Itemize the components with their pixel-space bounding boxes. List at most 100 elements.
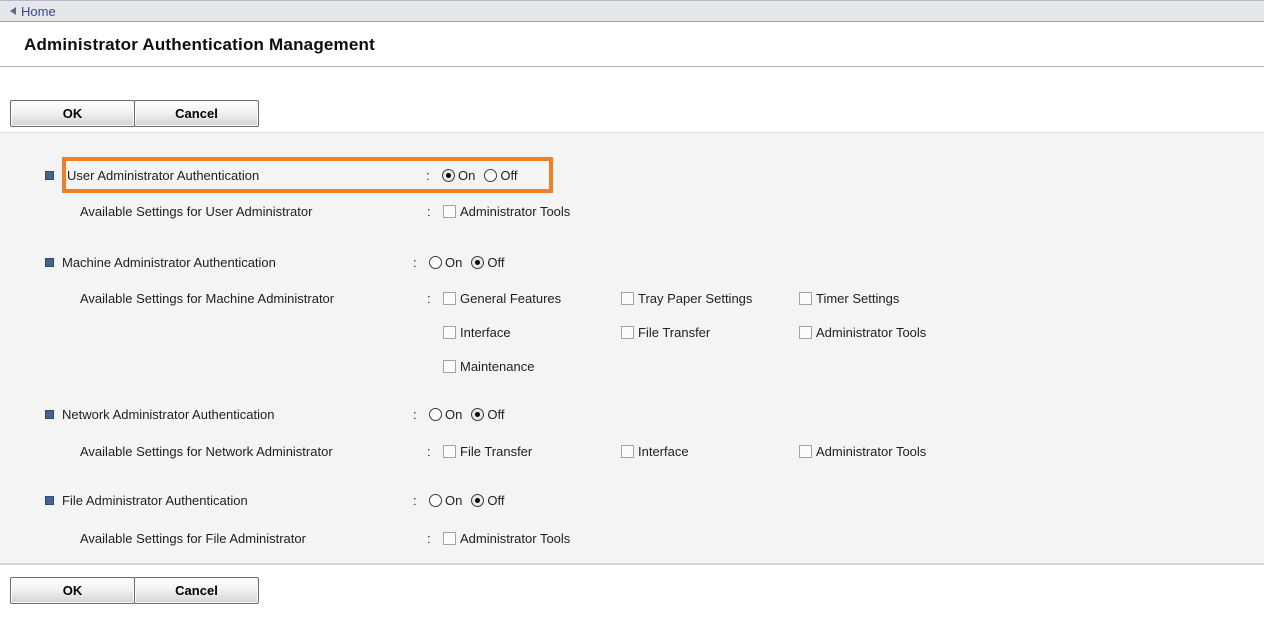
- checkbox-user-admin-tools[interactable]: [443, 205, 456, 218]
- file-admin-auth-radio-group: On Off: [429, 493, 513, 508]
- radio-machine-admin-on[interactable]: [429, 256, 442, 269]
- check-item: Interface: [443, 325, 621, 340]
- machine-admin-auth-radio-group: On Off: [429, 255, 513, 270]
- radio-network-admin-off[interactable]: [471, 408, 484, 421]
- section-user-admin-auth: User Administrator Authentication : On O…: [0, 157, 1264, 193]
- user-admin-auth-radio-group: On Off: [442, 168, 526, 183]
- ok-button-top[interactable]: OK: [10, 100, 135, 127]
- available-machine-admin-row-3: Maintenance: [0, 356, 1264, 376]
- radio-file-admin-off[interactable]: [471, 494, 484, 507]
- back-arrow-icon: [10, 7, 16, 15]
- radio-label-on: On: [445, 255, 462, 270]
- page-title: Administrator Authentication Management: [24, 35, 375, 54]
- checkbox-interface[interactable]: [443, 326, 456, 339]
- checkbox-file-transfer[interactable]: [621, 326, 634, 339]
- check-item: Administrator Tools: [443, 531, 570, 546]
- checkbox-label: Administrator Tools: [816, 325, 926, 340]
- colon: :: [413, 255, 429, 270]
- section-file-admin-auth: File Administrator Authentication : On O…: [0, 490, 1264, 510]
- available-label: Available Settings for Network Administr…: [80, 444, 427, 459]
- radio-label-off: Off: [487, 493, 504, 508]
- top-button-row: OK Cancel: [0, 100, 1264, 127]
- available-machine-admin-row: Available Settings for Machine Administr…: [0, 288, 1264, 308]
- checkbox-net-file-transfer[interactable]: [443, 445, 456, 458]
- checkbox-label: Administrator Tools: [816, 444, 926, 459]
- ok-button-bottom[interactable]: OK: [10, 577, 135, 604]
- checkbox-maintenance[interactable]: [443, 360, 456, 373]
- colon: :: [426, 168, 442, 183]
- colon: :: [427, 531, 443, 546]
- check-item: File Transfer: [443, 444, 621, 459]
- home-link-label: Home: [21, 4, 56, 19]
- available-user-admin-row: Available Settings for User Administrato…: [0, 201, 1264, 221]
- radio-user-admin-off[interactable]: [484, 169, 497, 182]
- network-admin-auth-radio-group: On Off: [429, 407, 513, 422]
- section-bullet-icon: [45, 410, 54, 419]
- checkbox-label: Timer Settings: [816, 291, 899, 306]
- settings-panel: User Administrator Authentication : On O…: [0, 132, 1264, 565]
- colon: :: [413, 407, 429, 422]
- checkbox-label: Interface: [460, 325, 511, 340]
- check-item: Timer Settings: [799, 291, 899, 306]
- highlight-box: User Administrator Authentication : On O…: [62, 157, 553, 193]
- check-item: Tray Paper Settings: [621, 291, 799, 306]
- checkbox-file-administrator-tools[interactable]: [443, 532, 456, 545]
- available-file-admin-row: Available Settings for File Administrato…: [0, 528, 1264, 548]
- checkbox-label: File Transfer: [638, 325, 710, 340]
- colon: :: [427, 291, 443, 306]
- section-label: User Administrator Authentication: [67, 168, 426, 183]
- checkbox-label: File Transfer: [460, 444, 532, 459]
- radio-label-on: On: [458, 168, 475, 183]
- colon: :: [413, 493, 429, 508]
- section-network-admin-auth: Network Administrator Authentication : O…: [0, 404, 1264, 424]
- breadcrumb-bar: Home: [0, 0, 1264, 22]
- bottom-button-row: OK Cancel: [0, 577, 1264, 604]
- section-machine-admin-auth: Machine Administrator Authentication : O…: [0, 252, 1264, 272]
- available-label: Available Settings for File Administrato…: [80, 531, 427, 546]
- checkbox-label: Administrator Tools: [460, 204, 570, 219]
- section-label: Network Administrator Authentication: [62, 407, 413, 422]
- available-machine-admin-row-2: Interface File Transfer Administrator To…: [0, 322, 1264, 342]
- checkbox-label: Maintenance: [460, 359, 534, 374]
- available-network-admin-row: Available Settings for Network Administr…: [0, 441, 1264, 461]
- checkbox-label: Tray Paper Settings: [638, 291, 752, 306]
- section-label: File Administrator Authentication: [62, 493, 413, 508]
- check-item: Maintenance: [443, 359, 534, 374]
- radio-user-admin-on[interactable]: [442, 169, 455, 182]
- cancel-button-top[interactable]: Cancel: [134, 100, 259, 127]
- radio-file-admin-on[interactable]: [429, 494, 442, 507]
- section-label: Machine Administrator Authentication: [62, 255, 413, 270]
- checkbox-label: Interface: [638, 444, 689, 459]
- checkbox-general-features[interactable]: [443, 292, 456, 305]
- section-bullet-icon: [45, 171, 54, 180]
- radio-label-off: Off: [487, 255, 504, 270]
- colon: :: [427, 444, 443, 459]
- check-item: Administrator Tools: [799, 325, 926, 340]
- available-label: Available Settings for Machine Administr…: [80, 291, 427, 306]
- cancel-button-bottom[interactable]: Cancel: [134, 577, 259, 604]
- checkbox-net-interface[interactable]: [621, 445, 634, 458]
- checkbox-timer-settings[interactable]: [799, 292, 812, 305]
- section-bullet-icon: [45, 496, 54, 505]
- check-item: Administrator Tools: [799, 444, 926, 459]
- checkbox-administrator-tools[interactable]: [799, 326, 812, 339]
- section-bullet-icon: [45, 258, 54, 267]
- check-item: General Features: [443, 291, 621, 306]
- radio-label-on: On: [445, 493, 462, 508]
- radio-label-off: Off: [500, 168, 517, 183]
- radio-machine-admin-off[interactable]: [471, 256, 484, 269]
- radio-label-off: Off: [487, 407, 504, 422]
- check-item: Administrator Tools: [443, 204, 570, 219]
- radio-network-admin-on[interactable]: [429, 408, 442, 421]
- home-link[interactable]: Home: [10, 4, 56, 19]
- radio-label-on: On: [445, 407, 462, 422]
- colon: :: [427, 204, 443, 219]
- checkbox-label: Administrator Tools: [460, 531, 570, 546]
- title-area: Administrator Authentication Management: [0, 22, 1264, 67]
- available-label: Available Settings for User Administrato…: [80, 204, 427, 219]
- checkbox-tray-paper-settings[interactable]: [621, 292, 634, 305]
- check-item: Interface: [621, 444, 799, 459]
- checkbox-label: General Features: [460, 291, 561, 306]
- check-item: File Transfer: [621, 325, 799, 340]
- checkbox-net-administrator-tools[interactable]: [799, 445, 812, 458]
